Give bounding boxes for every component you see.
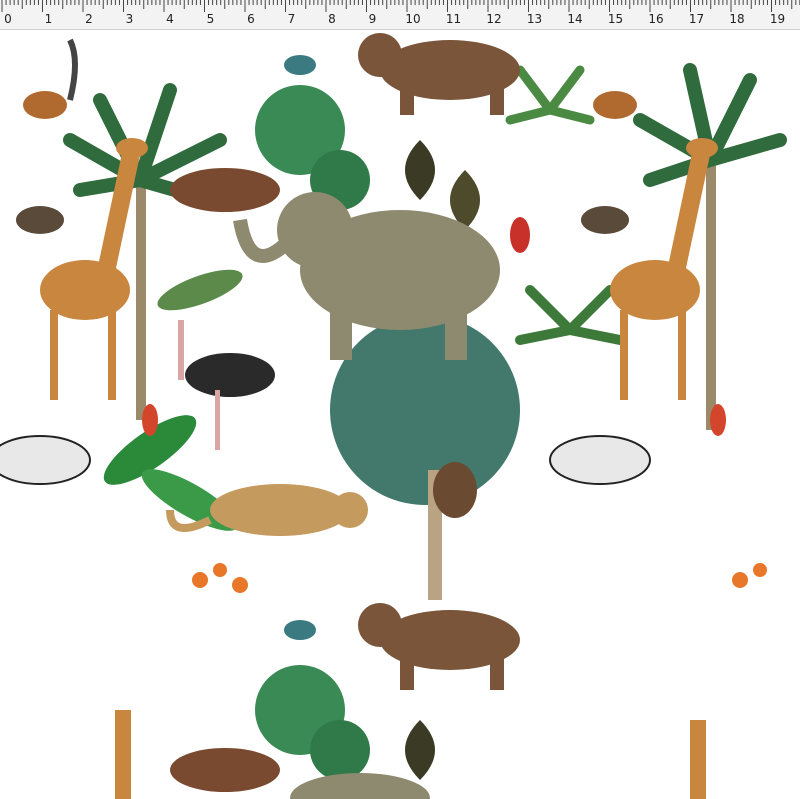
ruler-label: 4 bbox=[166, 12, 174, 26]
ruler-label: 1 bbox=[44, 12, 53, 26]
ruler-label: 9 bbox=[368, 12, 377, 26]
ruler-label: 5 bbox=[206, 12, 215, 26]
ruler-label: 6 bbox=[247, 12, 255, 26]
ruler-label: 16 bbox=[648, 12, 664, 26]
ruler-label: 7 bbox=[287, 12, 296, 26]
ruler-label: 18 bbox=[729, 12, 745, 26]
palm-tree-right bbox=[633, 63, 787, 430]
ibex-bottom bbox=[170, 748, 280, 792]
zebra-left bbox=[0, 435, 91, 485]
giraffe-left bbox=[40, 138, 148, 400]
lemur-right bbox=[593, 91, 637, 119]
ibex bbox=[170, 168, 280, 212]
ruler-label: 13 bbox=[526, 12, 543, 26]
fan-palm-center bbox=[330, 315, 520, 600]
ruler-label: 10 bbox=[405, 12, 421, 26]
ruler-ticks bbox=[1, 0, 800, 12]
ruler-label: 17 bbox=[688, 12, 705, 26]
ruler-label: 2 bbox=[85, 12, 93, 26]
ruler-label: 8 bbox=[328, 12, 336, 26]
ruler-label: 12 bbox=[486, 12, 502, 26]
fabric-pattern bbox=[0, 33, 787, 799]
measurement-ruler: 0 1 2 3 4 5 6 7 8 9 10 11 12 13 14 15 16 17 18 19 bbox=[0, 0, 800, 30]
elephant-bottom bbox=[290, 773, 430, 799]
ruler-label: 19 bbox=[769, 12, 786, 26]
ruler-label: 15 bbox=[607, 12, 624, 26]
monkey bbox=[433, 462, 477, 518]
bear-bottom bbox=[358, 603, 520, 690]
zebra-right bbox=[549, 435, 651, 485]
lemur-top bbox=[23, 38, 78, 119]
orange-flowers bbox=[192, 563, 767, 593]
ruler-label: 11 bbox=[445, 12, 462, 26]
ruler-label: 14 bbox=[567, 12, 583, 26]
ruler-label: 0 bbox=[4, 12, 12, 26]
bear-top bbox=[358, 33, 520, 115]
ruler-label: 3 bbox=[125, 12, 134, 26]
